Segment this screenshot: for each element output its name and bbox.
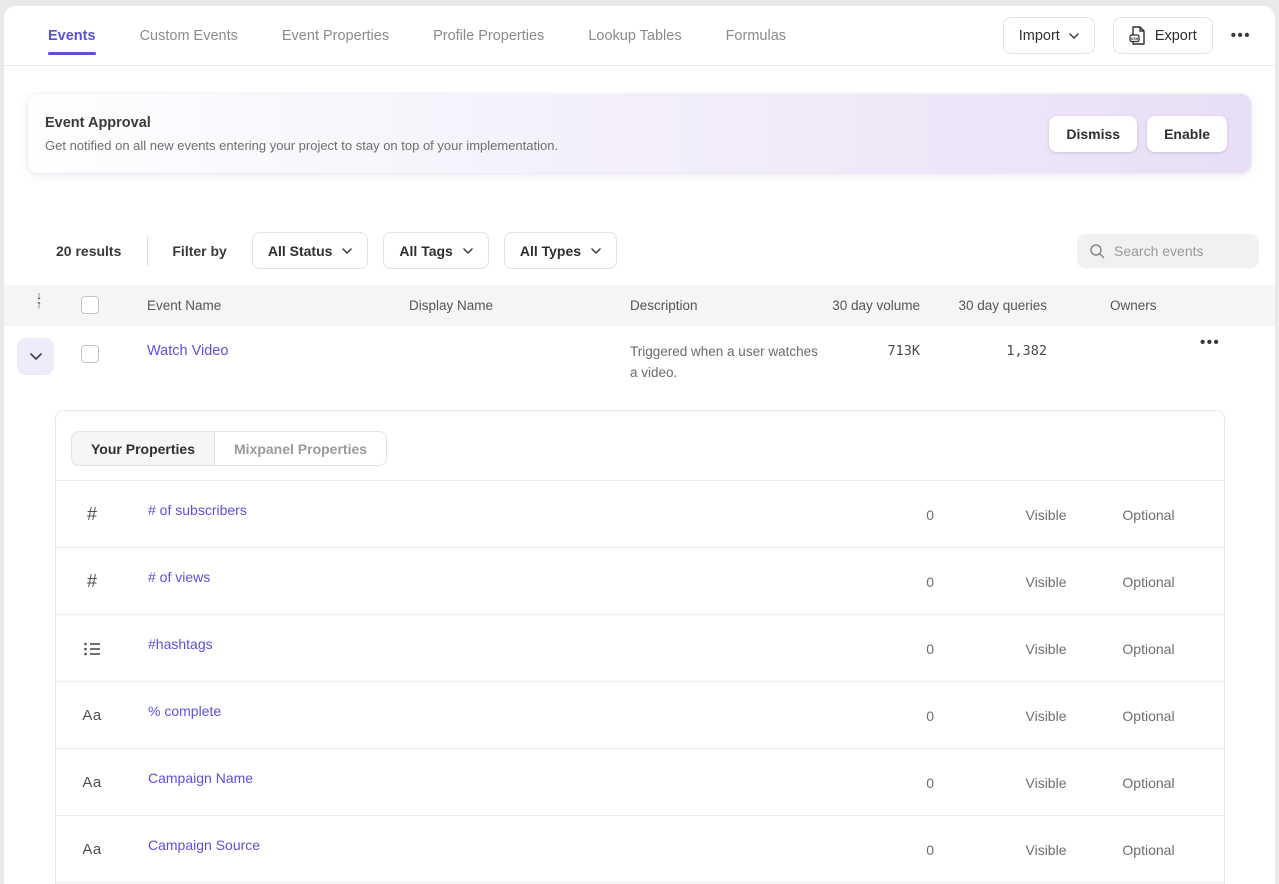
lexicon-page: Events Custom Events Event Properties Pr… bbox=[4, 6, 1275, 884]
text-icon: Aa bbox=[76, 816, 108, 883]
property-visibility: Visible bbox=[1006, 507, 1086, 523]
tab-mixpanel-properties[interactable]: Mixpanel Properties bbox=[215, 431, 387, 466]
event-30-day-queries: 1,382 bbox=[904, 343, 1047, 359]
property-name-link[interactable]: # of subscribers bbox=[148, 502, 247, 518]
number-icon: # bbox=[76, 481, 108, 548]
property-volume: 0 bbox=[856, 775, 934, 791]
property-name-link[interactable]: #hashtags bbox=[148, 636, 213, 652]
properties-tabs: Your Properties Mixpanel Properties bbox=[56, 411, 1224, 481]
property-name-link[interactable]: Campaign Name bbox=[148, 770, 253, 786]
property-volume: 0 bbox=[856, 708, 934, 724]
tab-event-properties[interactable]: Event Properties bbox=[282, 6, 389, 65]
property-volume: 0 bbox=[856, 842, 934, 858]
nav-tabs: Events Custom Events Event Properties Pr… bbox=[4, 6, 786, 65]
tab-your-properties[interactable]: Your Properties bbox=[71, 431, 215, 466]
text-icon: Aa bbox=[76, 749, 108, 816]
properties-panel: Your Properties Mixpanel Properties # # … bbox=[55, 410, 1225, 884]
collapse-all-icon[interactable]: ↓↑ bbox=[28, 292, 50, 310]
filter-by-label: Filter by bbox=[172, 243, 226, 259]
property-row: # # of views 0 Visible Optional bbox=[56, 548, 1224, 615]
tab-events[interactable]: Events bbox=[48, 6, 96, 65]
property-row: Aa Campaign Source 0 Visible Optional bbox=[56, 816, 1224, 883]
results-count: 20 results bbox=[56, 243, 121, 259]
property-name-link[interactable]: Campaign Source bbox=[148, 837, 260, 853]
property-status: Optional bbox=[1106, 708, 1191, 724]
banner-actions: Dismiss Enable bbox=[1049, 116, 1251, 152]
dismiss-button[interactable]: Dismiss bbox=[1049, 116, 1137, 152]
property-volume: 0 bbox=[856, 507, 934, 523]
property-row: # # of subscribers 0 Visible Optional bbox=[56, 481, 1224, 548]
property-visibility: Visible bbox=[1006, 775, 1086, 791]
tab-formulas[interactable]: Formulas bbox=[726, 6, 786, 65]
banner-text: Event Approval Get notified on all new e… bbox=[28, 115, 558, 153]
all-tags-dropdown[interactable]: All Tags bbox=[383, 232, 488, 269]
property-visibility: Visible bbox=[1006, 708, 1086, 724]
nav-actions: Import csv Export ••• bbox=[1003, 17, 1275, 54]
tab-custom-events[interactable]: Custom Events bbox=[140, 6, 238, 65]
chevron-down-icon bbox=[591, 248, 601, 254]
column-30-day-volume: 30 day volume bbox=[784, 298, 920, 313]
search-events bbox=[1077, 234, 1259, 268]
filter-bar: 20 results Filter by All Status All Tags… bbox=[56, 232, 632, 269]
chevron-down-icon bbox=[30, 353, 42, 360]
property-visibility: Visible bbox=[1006, 842, 1086, 858]
csv-file-icon: csv bbox=[1129, 26, 1146, 45]
tab-lookup-tables[interactable]: Lookup Tables bbox=[588, 6, 681, 65]
select-all-checkbox[interactable] bbox=[81, 296, 99, 314]
row-more-button[interactable]: ••• bbox=[1200, 334, 1220, 351]
banner-description: Get notified on all new events entering … bbox=[45, 138, 558, 153]
top-nav: Events Custom Events Event Properties Pr… bbox=[4, 6, 1275, 66]
property-visibility: Visible bbox=[1006, 574, 1086, 590]
table-row-watch-video: Watch Video Triggered when a user watche… bbox=[4, 326, 1275, 398]
property-status: Optional bbox=[1106, 775, 1191, 791]
search-icon bbox=[1089, 243, 1105, 259]
all-tags-label: All Tags bbox=[399, 243, 452, 259]
banner-title: Event Approval bbox=[45, 115, 558, 131]
property-row: #hashtags 0 Visible Optional bbox=[56, 615, 1224, 682]
column-owners: Owners bbox=[1110, 298, 1157, 313]
column-30-day-queries: 30 day queries bbox=[904, 298, 1047, 313]
import-button[interactable]: Import bbox=[1003, 17, 1095, 54]
property-volume: 0 bbox=[856, 574, 934, 590]
all-status-label: All Status bbox=[268, 243, 333, 259]
export-label: Export bbox=[1155, 28, 1197, 44]
event-approval-banner: Event Approval Get notified on all new e… bbox=[28, 94, 1251, 173]
events-table-header: ↓↑ Event Name Display Name Description 3… bbox=[4, 285, 1275, 326]
import-label: Import bbox=[1019, 28, 1060, 44]
property-visibility: Visible bbox=[1006, 641, 1086, 657]
column-description: Description bbox=[630, 298, 698, 313]
all-types-label: All Types bbox=[520, 243, 581, 259]
event-name-link[interactable]: Watch Video bbox=[147, 343, 228, 359]
enable-button[interactable]: Enable bbox=[1147, 116, 1227, 152]
property-status: Optional bbox=[1106, 507, 1191, 523]
chevron-down-icon bbox=[342, 248, 352, 254]
property-volume: 0 bbox=[856, 641, 934, 657]
property-name-link[interactable]: # of views bbox=[148, 569, 210, 585]
column-display-name: Display Name bbox=[409, 298, 493, 313]
text-icon: Aa bbox=[76, 682, 108, 749]
tab-profile-properties[interactable]: Profile Properties bbox=[433, 6, 544, 65]
svg-text:csv: csv bbox=[1130, 36, 1138, 41]
all-status-dropdown[interactable]: All Status bbox=[252, 232, 369, 269]
chevron-down-icon bbox=[1069, 33, 1079, 39]
number-icon: # bbox=[76, 548, 108, 615]
search-input[interactable] bbox=[1114, 243, 1244, 259]
list-icon bbox=[76, 615, 108, 682]
row-expander-button[interactable] bbox=[17, 338, 54, 375]
property-row: Aa Campaign Name 0 Visible Optional bbox=[56, 749, 1224, 816]
divider bbox=[147, 236, 148, 266]
property-status: Optional bbox=[1106, 574, 1191, 590]
all-types-dropdown[interactable]: All Types bbox=[504, 232, 617, 269]
row-checkbox[interactable] bbox=[81, 345, 99, 363]
property-status: Optional bbox=[1106, 641, 1191, 657]
column-event-name: Event Name bbox=[147, 298, 221, 313]
property-status: Optional bbox=[1106, 842, 1191, 858]
event-30-day-volume: 713K bbox=[784, 343, 920, 359]
property-row: Aa % complete 0 Visible Optional bbox=[56, 682, 1224, 749]
chevron-down-icon bbox=[463, 248, 473, 254]
export-button[interactable]: csv Export bbox=[1113, 17, 1213, 54]
nav-more-button[interactable]: ••• bbox=[1231, 27, 1251, 44]
property-name-link[interactable]: % complete bbox=[148, 703, 221, 719]
